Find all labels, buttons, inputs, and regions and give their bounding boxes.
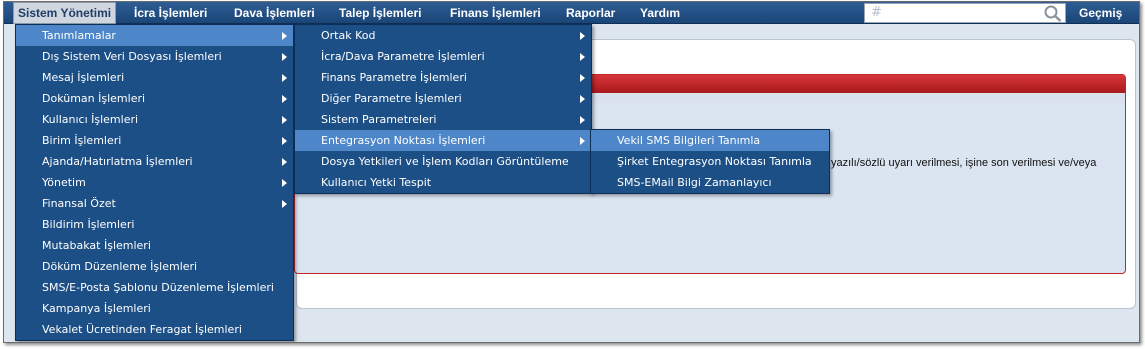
- dropdown-entegrasyon-noktasi: Vekil SMS Bilgileri Tanımla Şirket Enteg…: [590, 129, 830, 194]
- menu-item-sistem-parametreleri[interactable]: Sistem Parametreleri: [295, 109, 591, 130]
- warning-text: yazılı/sözlü uyarı verilmesi, işine son …: [831, 157, 1097, 169]
- menu-item-vekalet-feragat[interactable]: Vekalet Ücretinden Feragat İşlemleri: [16, 319, 293, 340]
- menu-finans-islemleri[interactable]: Finans İşlemleri: [450, 2, 541, 24]
- submenu-arrow-icon: [282, 158, 287, 166]
- menu-item-kullanici[interactable]: Kullanıcı İşlemleri: [16, 109, 293, 130]
- menu-raporlar[interactable]: Raporlar: [566, 2, 615, 24]
- menu-icra-islemleri[interactable]: İcra İşlemleri: [134, 2, 207, 24]
- menu-item-diger-parametre[interactable]: Diğer Parametre İşlemleri: [295, 88, 591, 109]
- history-button[interactable]: Geçmiş: [1079, 2, 1122, 24]
- submenu-arrow-icon: [282, 116, 287, 124]
- menu-item-kullanici-yetki-tespit[interactable]: Kullanıcı Yetki Tespit: [295, 172, 591, 193]
- search-input[interactable]: #: [864, 3, 1066, 23]
- menu-item-yonetim[interactable]: Yönetim: [16, 172, 293, 193]
- menu-talep-islemleri[interactable]: Talep İşlemleri: [339, 2, 421, 24]
- menu-item-mutabakat[interactable]: Mutabakat İşlemleri: [16, 235, 293, 256]
- menu-yardim[interactable]: Yardım: [640, 2, 680, 24]
- dropdown-tanimlamalar: Ortak Kod İcra/Dava Parametre İşlemleri …: [294, 24, 592, 194]
- dropdown-sistem-yonetimi: Tanımlamalar Dış Sistem Veri Dosyası İşl…: [15, 24, 294, 341]
- menu-item-entegrasyon-noktasi[interactable]: Entegrasyon Noktası İşlemleri: [295, 130, 591, 151]
- submenu-arrow-icon: [282, 137, 287, 145]
- menu-item-ajanda[interactable]: Ajanda/Hatırlatma İşlemleri: [16, 151, 293, 172]
- menu-item-vekil-sms[interactable]: Vekil SMS Bilgileri Tanımla: [591, 130, 829, 151]
- menu-item-dokuman[interactable]: Doküman İşlemleri: [16, 88, 293, 109]
- menu-item-sirket-entegrasyon[interactable]: Şirket Entegrasyon Noktası Tanımla: [591, 151, 829, 172]
- submenu-arrow-icon: [282, 74, 287, 82]
- submenu-arrow-icon: [282, 32, 287, 40]
- menu-item-bildirim[interactable]: Bildirim İşlemleri: [16, 214, 293, 235]
- menu-item-finansal-ozet[interactable]: Finansal Özet: [16, 193, 293, 214]
- submenu-arrow-icon: [580, 53, 585, 61]
- menu-item-dosya-yetkileri[interactable]: Dosya Yetkileri ve İşlem Kodları Görüntü…: [295, 151, 591, 172]
- menu-item-dokum[interactable]: Döküm Düzenleme İşlemleri: [16, 256, 293, 277]
- menu-sistem-yonetimi[interactable]: Sistem Yönetimi: [13, 2, 117, 24]
- menu-item-tanimlamalar[interactable]: Tanımlamalar: [16, 25, 293, 46]
- menu-item-ortak-kod[interactable]: Ortak Kod: [295, 25, 591, 46]
- magnifier-icon[interactable]: [1044, 5, 1062, 26]
- submenu-arrow-icon: [580, 137, 585, 145]
- menu-dava-islemleri[interactable]: Dava İşlemleri: [234, 2, 315, 24]
- menu-item-sms-eposta-sablonu[interactable]: SMS/E-Posta Şablonu Düzenleme İşlemleri: [16, 277, 293, 298]
- submenu-arrow-icon: [282, 95, 287, 103]
- menu-item-icra-dava-parametre[interactable]: İcra/Dava Parametre İşlemleri: [295, 46, 591, 67]
- menu-item-sms-email-zamanlayici[interactable]: SMS-EMail Bilgi Zamanlayıcı: [591, 172, 829, 193]
- application-window: yazılı/sözlü uyarı verilmesi, işine son …: [3, 1, 1140, 343]
- menu-item-dis-sistem[interactable]: Dış Sistem Veri Dosyası İşlemleri: [16, 46, 293, 67]
- submenu-arrow-icon: [580, 95, 585, 103]
- submenu-arrow-icon: [282, 53, 287, 61]
- submenu-arrow-icon: [580, 116, 585, 124]
- menu-item-mesaj[interactable]: Mesaj İşlemleri: [16, 67, 293, 88]
- submenu-arrow-icon: [282, 179, 287, 187]
- hash-icon: #: [871, 5, 882, 20]
- submenu-arrow-icon: [580, 74, 585, 82]
- menu-item-kampanya[interactable]: Kampanya İşlemleri: [16, 298, 293, 319]
- menu-item-birim[interactable]: Birim İşlemleri: [16, 130, 293, 151]
- main-menu-bar: Sistem Yönetimi İcra İşlemleri Dava İşle…: [4, 2, 1139, 24]
- menu-item-finans-parametre[interactable]: Finans Parametre İşlemleri: [295, 67, 591, 88]
- submenu-arrow-icon: [580, 32, 585, 40]
- submenu-arrow-icon: [282, 200, 287, 208]
